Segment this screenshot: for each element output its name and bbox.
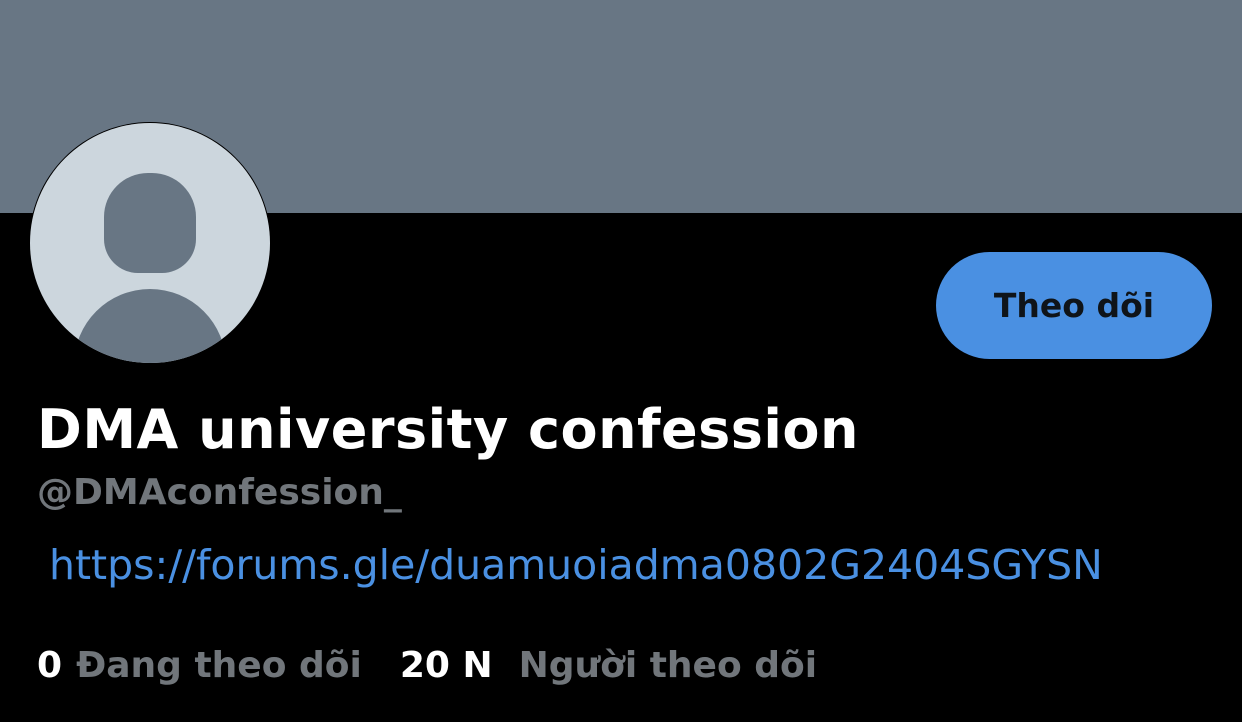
profile-handle: @DMAconfession_ — [37, 472, 402, 513]
following-stat[interactable]: 0 Đang theo dõi — [37, 645, 362, 686]
avatar-head-shape — [104, 173, 196, 273]
avatar[interactable] — [29, 122, 271, 364]
following-label: Đang theo dõi — [76, 645, 362, 686]
follow-button[interactable]: Theo dõi — [936, 252, 1212, 359]
followers-stat[interactable]: 20 N Người theo dõi — [400, 645, 817, 686]
bio-link[interactable]: https://forums.gle/duamuoiadma0802G2404S… — [49, 541, 1103, 589]
profile-page: Theo dõi DMA university confession @DMAc… — [0, 0, 1242, 722]
following-count: 0 — [37, 645, 63, 686]
default-avatar-icon — [30, 123, 270, 363]
avatar-body-shape — [74, 289, 226, 363]
followers-label: Người theo dõi — [518, 645, 818, 686]
followers-count: 20 N — [399, 645, 493, 686]
display-name: DMA university confession — [37, 398, 859, 461]
profile-stats: 0 Đang theo dõi 20 N Người theo dõi — [37, 645, 817, 686]
